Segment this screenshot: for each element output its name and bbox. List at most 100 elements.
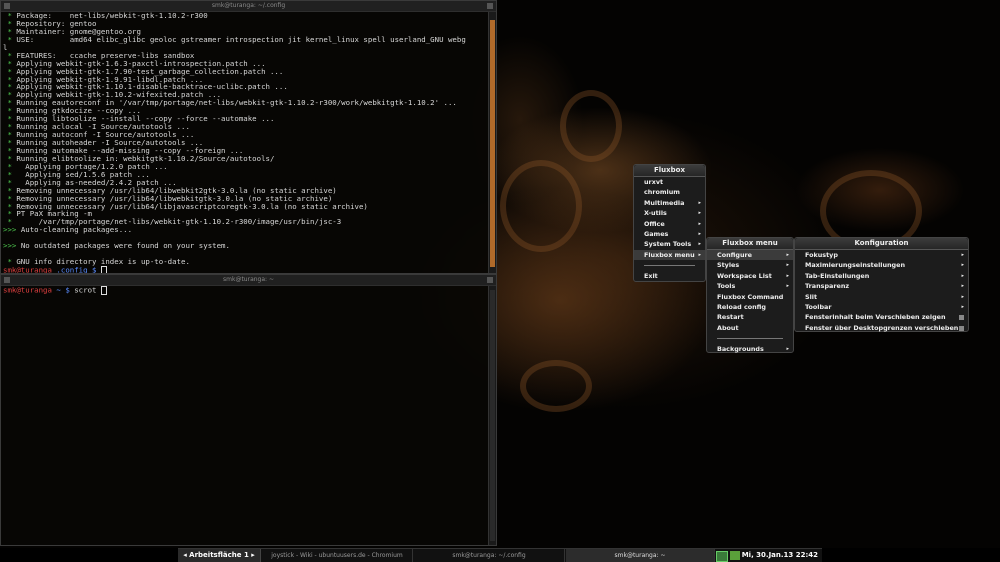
task-label: smk@turanga: ~ <box>614 552 666 559</box>
terminal-line: >>> Auto-cleaning packages... <box>3 226 488 234</box>
bottom-terminal-output[interactable]: smk@turanga ~ $ scrot <box>1 286 488 545</box>
terminal-text: >>> <box>3 241 21 251</box>
menu-item[interactable]: chromium <box>634 187 705 197</box>
menu-item-label: Office <box>644 219 665 228</box>
submenu-arrow-icon: ▸ <box>961 293 964 300</box>
menu-separator <box>634 260 705 270</box>
menu-item-label: Restart <box>717 313 744 322</box>
terminal-text: scrot <box>74 286 101 295</box>
menu-separator <box>707 333 793 343</box>
toggle-checkbox-icon[interactable] <box>959 315 964 321</box>
terminal-text: Auto-cleaning packages... <box>20 225 133 235</box>
menu-item-label: urxvt <box>644 178 664 186</box>
tray-icon[interactable] <box>730 551 740 560</box>
top-terminal-titlebar[interactable]: smk@turanga: ~/.config <box>1 1 496 12</box>
menu-item-label: Backgrounds <box>717 344 764 353</box>
submenu-arrow-icon: ▸ <box>786 345 789 352</box>
terminal-line: smk@turanga ~ $ scrot <box>3 286 488 295</box>
task-terminal-home[interactable]: smk@turanga: ~ <box>566 549 715 562</box>
workspace-switcher[interactable]: ◂ Arbeitsfläche 1 ▸ <box>178 549 261 562</box>
prev-workspace-icon[interactable]: ◂ <box>183 551 187 559</box>
menu-item-label: Workspace List <box>717 271 772 280</box>
menu-item[interactable]: Tab-Einstellungen ▸ <box>795 271 968 281</box>
terminal-text: smk <box>3 286 17 295</box>
menu-item[interactable]: Fluxbox menu ▸ <box>634 249 705 261</box>
taskbar: ◂ Arbeitsfläche 1 ▸ joystick - Wiki - ub… <box>178 548 822 562</box>
terminal-line: smk@turanga .config $ <box>3 266 488 273</box>
menu-item-label: Configure <box>717 251 752 259</box>
terminal-text: No outdated packages were found on your … <box>20 241 230 251</box>
scrollbar-thumb[interactable] <box>490 290 495 541</box>
submenu-arrow-icon: ▸ <box>786 252 789 258</box>
window-close-button[interactable] <box>487 3 493 9</box>
submenu-arrow-icon: ▸ <box>698 199 701 206</box>
window-menu-button[interactable] <box>4 3 10 9</box>
menu-item[interactable]: Fluxbox Command <box>707 292 793 302</box>
submenu-arrow-icon: ▸ <box>961 272 964 279</box>
top-terminal-output[interactable]: * Package: net-libs/webkit-gtk-1.10.2-r3… <box>1 12 488 273</box>
fluxbox-root-menu[interactable]: Fluxbox urxvt chromium Multimedia ▸ X-utils ▸… <box>633 164 706 282</box>
menu-item[interactable]: Tools ▸ <box>707 281 793 291</box>
terminal-line: >>> No outdated packages were found on y… <box>3 242 488 250</box>
menu-item-label: Tab-Einstellungen <box>805 271 870 280</box>
menu-item-label: Fensterinhalt beim Verschieben zeigen <box>805 313 946 322</box>
menu-item[interactable]: Fensterinhalt beim Verschieben zeigen <box>795 312 968 322</box>
menu-item[interactable]: Transparenz ▸ <box>795 281 968 291</box>
fluxbox-submenu[interactable]: Fluxbox menu Configure ▸ Styles ▸ Workspace … <box>706 237 794 353</box>
menu-item[interactable]: Restart <box>707 312 793 322</box>
scrollbar-thumb[interactable] <box>490 20 495 267</box>
next-workspace-icon[interactable]: ▸ <box>251 551 255 559</box>
submenu-arrow-icon: ▸ <box>698 210 701 217</box>
menu-item[interactable]: Exit <box>634 271 705 281</box>
submenu-arrow-icon: ▸ <box>698 220 701 227</box>
terminal-text: USE: amd64 elibc_glibc geoloc gstreamer … <box>16 34 466 44</box>
submenu-arrow-icon: ▸ <box>961 283 964 290</box>
menu-item[interactable]: Reload config <box>707 302 793 312</box>
menu-item[interactable]: Configure ▸ <box>707 250 793 261</box>
menu-item[interactable]: Maximierungseinstellungen ▸ <box>795 260 968 270</box>
submenu-arrow-icon: ▸ <box>698 241 701 248</box>
menu-item[interactable]: Backgrounds ▸ <box>707 344 793 354</box>
menu-item[interactable]: System Tools ▸ <box>634 239 705 249</box>
menu-item[interactable]: Workspace List ▸ <box>707 271 793 281</box>
terminal-text: >>> <box>3 225 21 235</box>
menu-item[interactable]: Games ▸ <box>634 229 705 239</box>
bottom-terminal-title: smk@turanga: ~ <box>223 276 274 283</box>
submenu-arrow-icon: ▸ <box>698 230 701 237</box>
menu-item[interactable]: X-utils ▸ <box>634 208 705 218</box>
menu-item[interactable]: Fenster über Desktopgrenzen verschieben <box>795 323 968 333</box>
toggle-checkbox-icon[interactable] <box>959 325 964 331</box>
menu-item-label: Styles <box>717 261 740 270</box>
window-menu-button[interactable] <box>4 277 10 283</box>
top-terminal-window[interactable]: smk@turanga: ~/.config * Package: net-li… <box>0 0 497 274</box>
bottom-terminal-window[interactable]: smk@turanga: ~ smk@turanga ~ $ scrot <box>0 274 497 546</box>
submenu-arrow-icon: ▸ <box>786 283 789 290</box>
menu-item[interactable]: urxvt <box>634 177 705 187</box>
konfiguration-submenu[interactable]: Konfiguration Fokustyp ▸ Maximierungseinst… <box>794 237 969 332</box>
text-cursor <box>100 286 107 295</box>
menu-item[interactable]: Styles ▸ <box>707 260 793 270</box>
submenu-arrow-icon: ▸ <box>961 262 964 269</box>
terminal-text: smk <box>3 265 17 273</box>
menu-item[interactable]: Office ▸ <box>634 219 705 229</box>
menu-item[interactable]: Multimedia ▸ <box>634 198 705 208</box>
menu-item-label: Reload config <box>717 302 766 311</box>
wallpaper-tentacle <box>500 160 582 252</box>
menu-item[interactable]: Toolbar ▸ <box>795 302 968 312</box>
menu-item[interactable]: Fokustyp ▸ <box>795 250 968 260</box>
top-terminal-scrollbar[interactable] <box>488 12 496 273</box>
menu-item-label: Games <box>644 229 669 238</box>
menu-item[interactable]: Slit ▸ <box>795 292 968 302</box>
menu-item-label: Fluxbox menu <box>644 250 695 259</box>
menu-item-label: Exit <box>644 271 658 280</box>
window-close-button[interactable] <box>487 277 493 283</box>
submenu-arrow-icon: ▸ <box>961 252 964 258</box>
bottom-terminal-titlebar[interactable]: smk@turanga: ~ <box>1 275 496 286</box>
submenu-arrow-icon: ▸ <box>698 251 701 258</box>
task-terminal-config[interactable]: smk@turanga: ~/.config <box>414 549 565 562</box>
menu-title: Fluxbox <box>634 165 705 177</box>
tray-icon[interactable] <box>716 551 728 562</box>
menu-item[interactable]: About <box>707 323 793 333</box>
bottom-terminal-scrollbar[interactable] <box>488 286 496 545</box>
task-chromium[interactable]: joystick - Wiki - ubuntuusers.de - Chrom… <box>262 549 413 562</box>
